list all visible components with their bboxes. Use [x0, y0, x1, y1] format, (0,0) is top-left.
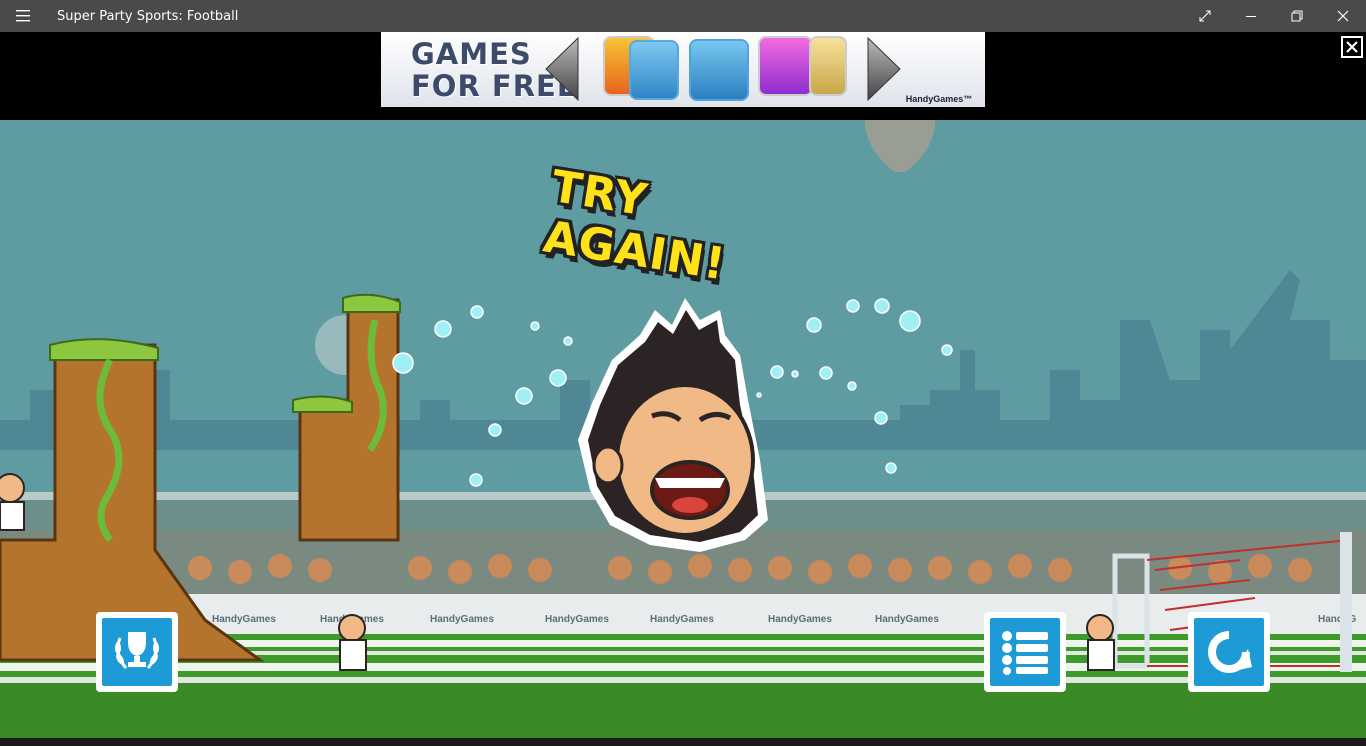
svg-text:HandyGames: HandyGames: [545, 614, 609, 625]
handygames-logo: HandyGames™: [899, 76, 979, 104]
ad-game-thumbnail[interactable]: [689, 39, 749, 101]
svg-text:HandyGames: HandyGames: [212, 614, 276, 625]
ad-left-arrow-icon[interactable]: [544, 36, 580, 102]
svg-text:HandyGames: HandyGames: [768, 614, 832, 625]
svg-text:HandyGames: HandyGames: [430, 614, 494, 625]
svg-text:HandyGames: HandyGames: [875, 614, 939, 625]
player-right: [1086, 614, 1115, 671]
close-x-icon: [1346, 41, 1358, 53]
player-left: [0, 473, 25, 531]
hamburger-menu-icon[interactable]: [0, 0, 46, 32]
ad-game-thumbnail[interactable]: [809, 36, 847, 96]
taskbar: [0, 738, 1366, 746]
close-button[interactable]: [1320, 0, 1366, 32]
minimize-icon: [1246, 16, 1256, 17]
ad-right-arrow-icon[interactable]: [866, 36, 902, 102]
app-title: Super Party Sports: Football: [57, 8, 239, 24]
restore-button[interactable]: [1274, 0, 1320, 32]
ad-close-button[interactable]: [1341, 36, 1363, 58]
ad-brand: HandyGames™: [905, 94, 973, 104]
title-bar: Super Party Sports: Football: [0, 0, 1366, 32]
achievements-button[interactable]: [96, 612, 178, 692]
trophy-laurel-icon: [115, 632, 159, 669]
ad-game-thumbnail[interactable]: [629, 40, 679, 100]
svg-text:HandyGames: HandyGames: [650, 614, 714, 625]
menu-button[interactable]: [984, 612, 1066, 692]
fullscreen-button[interactable]: [1182, 0, 1228, 32]
fullscreen-icon: [1199, 10, 1211, 22]
game-scene[interactable]: HandyGames HandyGames HandyGames HandyGame…: [0, 120, 1366, 738]
retry-arrow-icon: [1208, 631, 1252, 673]
player-middle: [338, 614, 367, 671]
ad-game-thumbnail[interactable]: [758, 36, 813, 96]
minimize-button[interactable]: [1228, 0, 1274, 32]
ad-banner[interactable]: GAMES FOR FREE HandyGames™: [381, 32, 985, 107]
restore-icon: [1291, 10, 1303, 22]
retry-button[interactable]: [1188, 612, 1270, 692]
close-icon: [1337, 10, 1349, 22]
ad-area: GAMES FOR FREE HandyGames™: [0, 32, 1366, 120]
list-menu-icon: [1002, 631, 1048, 675]
